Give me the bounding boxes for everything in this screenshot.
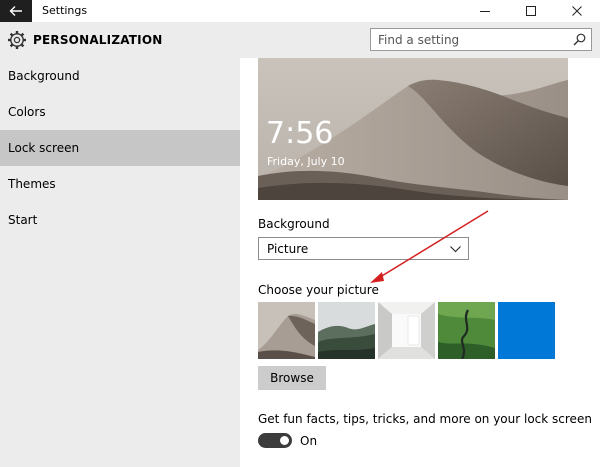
search-input[interactable] [371, 29, 561, 50]
fun-facts-label: Get fun facts, tips, tricks, and more on… [258, 412, 592, 426]
desert-thumbnail-image [258, 302, 315, 359]
window-title: Settings [42, 4, 88, 17]
fun-facts-toggle[interactable] [258, 433, 292, 448]
minimize-button[interactable] [462, 0, 508, 22]
search-box[interactable] [370, 28, 592, 51]
picture-thumbnail-forest[interactable] [318, 302, 375, 359]
close-icon [572, 6, 582, 16]
background-dropdown-value: Picture [267, 242, 309, 256]
forest-thumbnail-image [318, 302, 375, 359]
picture-thumbnail-desert[interactable] [258, 302, 315, 359]
minimize-icon [480, 11, 490, 12]
sidebar-item-background[interactable]: Background [0, 58, 240, 94]
maximize-button[interactable] [508, 0, 554, 22]
maximize-icon [526, 6, 536, 16]
white-room-thumbnail-image [378, 302, 435, 359]
lock-screen-time: 7:56 [266, 116, 334, 151]
background-label: Background [258, 217, 330, 231]
gear-icon [8, 31, 26, 49]
sidebar-item-themes[interactable]: Themes [0, 166, 240, 202]
green-valley-thumbnail-image [438, 302, 495, 359]
sidebar-item-start[interactable]: Start [0, 202, 240, 238]
choose-picture-label: Choose your picture [258, 283, 379, 297]
chevron-down-icon [450, 246, 461, 253]
back-button[interactable] [0, 0, 32, 22]
search-icon[interactable] [573, 33, 586, 46]
background-dropdown[interactable]: Picture [258, 237, 469, 260]
browse-button[interactable]: Browse [258, 366, 326, 390]
close-button[interactable] [554, 0, 600, 22]
settings-header: PERSONALIZATION [0, 22, 600, 58]
picture-thumbnail-green-valley[interactable] [438, 302, 495, 359]
sidebar-item-lock-screen[interactable]: Lock screen [0, 130, 240, 166]
lock-screen-preview: 7:56 Friday, July 10 [258, 58, 568, 200]
picture-thumbnail-white-room[interactable] [378, 302, 435, 359]
fun-facts-toggle-state: On [300, 434, 318, 448]
back-arrow-icon [9, 6, 22, 16]
page-title: PERSONALIZATION [33, 33, 163, 47]
picture-thumbnail-solid-blue[interactable] [498, 302, 555, 359]
sidebar: Background Colors Lock screen Themes Sta… [0, 58, 240, 467]
toggle-knob [280, 436, 289, 445]
sidebar-item-colors[interactable]: Colors [0, 94, 240, 130]
lock-screen-date: Friday, July 10 [267, 155, 345, 168]
title-bar: Settings [0, 0, 600, 22]
